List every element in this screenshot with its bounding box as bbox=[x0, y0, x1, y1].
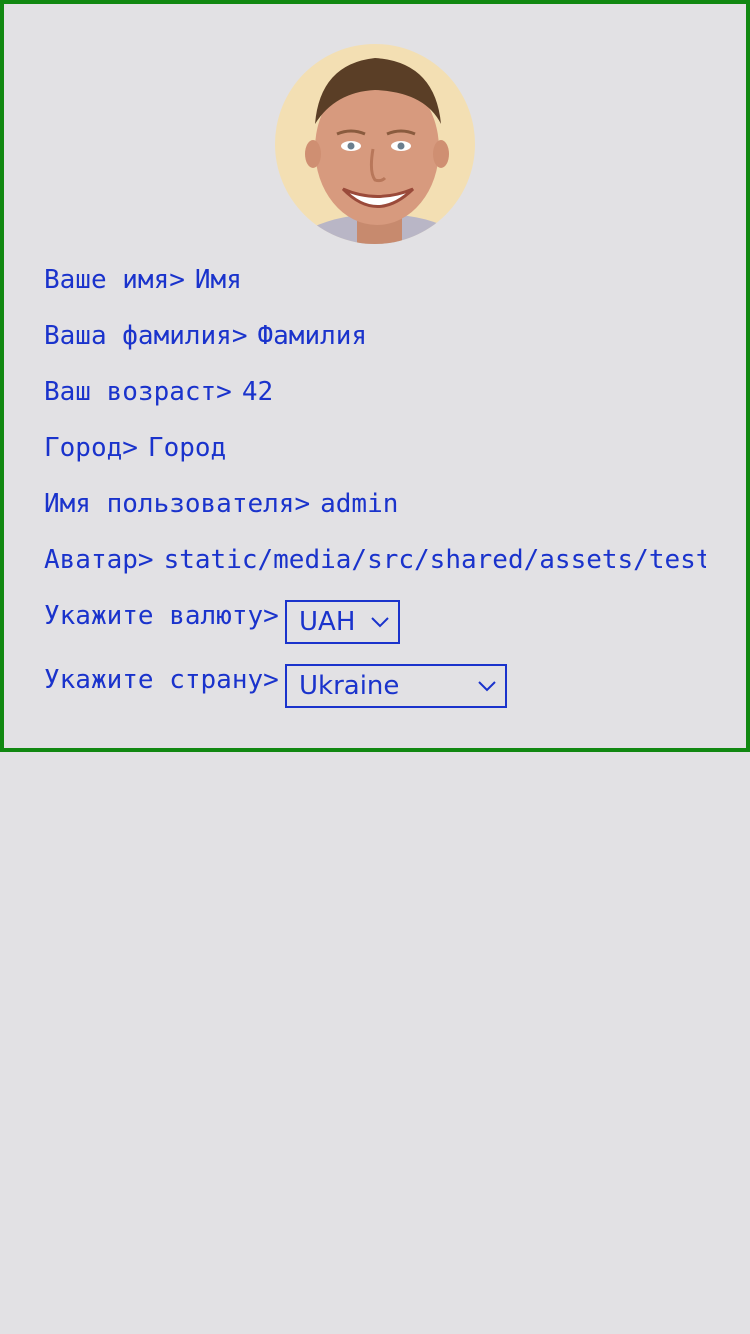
country-row: Укажите страну> bbox=[44, 664, 279, 696]
username-value[interactable]: admin bbox=[320, 488, 398, 520]
age-row: Ваш возраст> 42 bbox=[44, 376, 273, 408]
currency-selected-value: UAH bbox=[299, 607, 356, 637]
country-label: Укажите страну> bbox=[44, 665, 279, 695]
username-label: Имя пользователя> bbox=[44, 489, 311, 519]
avatar-path-row: Аватар> static/media/src/shared/assets/te… bbox=[44, 544, 706, 576]
first-name-value[interactable]: Имя bbox=[195, 264, 242, 296]
username-row: Имя пользователя> admin bbox=[44, 488, 398, 520]
last-name-label: Ваша фамилия> bbox=[44, 321, 248, 351]
country-selected-value: Ukraine bbox=[299, 671, 400, 701]
city-value[interactable]: Город bbox=[148, 432, 226, 464]
currency-row: Укажите валюту> bbox=[44, 600, 279, 632]
avatar bbox=[275, 44, 475, 244]
city-label: Город> bbox=[44, 433, 138, 463]
age-value[interactable]: 42 bbox=[242, 376, 273, 408]
avatar-path-label: Аватар> bbox=[44, 545, 154, 575]
profile-card: Ваше имя> Имя Ваша фамилия> Фамилия Ваш во… bbox=[0, 0, 750, 752]
avatar-path-value[interactable]: static/media/src/shared/assets/tests bbox=[164, 544, 706, 576]
avatar-photo bbox=[275, 44, 475, 244]
age-label: Ваш возраст> bbox=[44, 377, 232, 407]
first-name-row: Ваше имя> Имя bbox=[44, 264, 242, 296]
currency-label: Укажите валюту> bbox=[44, 601, 279, 631]
first-name-label: Ваше имя> bbox=[44, 265, 185, 295]
currency-select[interactable]: UAH bbox=[285, 600, 400, 644]
last-name-row: Ваша фамилия> Фамилия bbox=[44, 320, 367, 352]
country-select[interactable]: Ukraine bbox=[285, 664, 507, 708]
chevron-down-icon bbox=[478, 681, 496, 692]
city-row: Город> Город bbox=[44, 432, 226, 464]
chevron-down-icon bbox=[371, 617, 389, 628]
last-name-value[interactable]: Фамилия bbox=[258, 320, 368, 352]
